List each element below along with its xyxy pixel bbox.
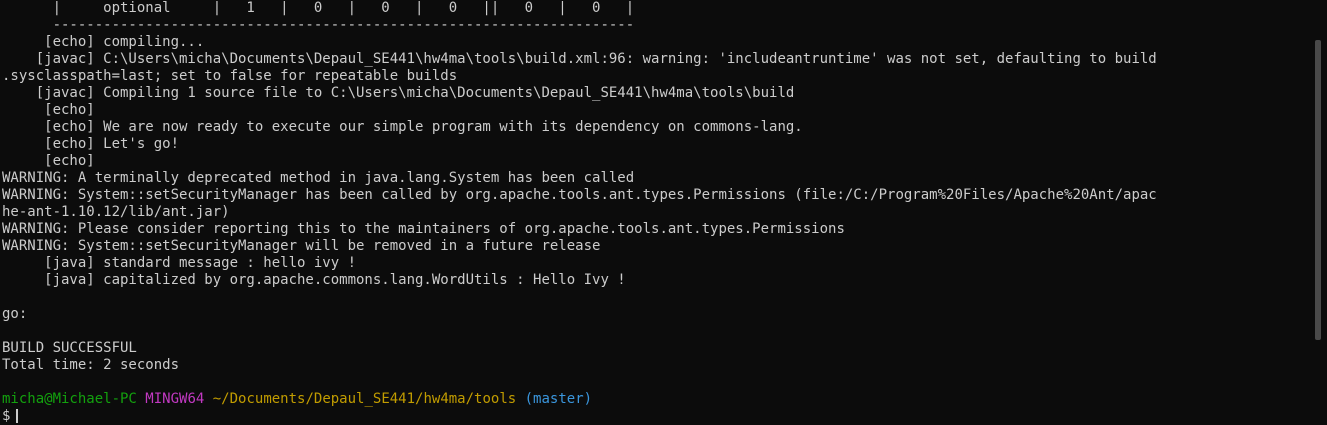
terminal-output[interactable]: | optional | 1 | 0 | 0 | 0 || 0 | 0 | --… bbox=[2, 0, 1307, 425]
output-line: he-ant-1.10.12/lib/ant.jar) bbox=[2, 204, 230, 220]
output-line: [javac] Compiling 1 source file to C:\Us… bbox=[2, 85, 795, 101]
output-line: .sysclasspath=last; set to false for rep… bbox=[2, 68, 458, 84]
output-line: WARNING: System::setSecurityManager has … bbox=[2, 187, 1157, 203]
prompt-path: ~/Documents/Depaul_SE441/hw4ma/tools bbox=[212, 391, 517, 407]
output-line: [javac] C:\Users\micha\Documents\Depaul_… bbox=[2, 51, 1157, 67]
prompt-system: MINGW64 bbox=[145, 391, 205, 407]
input-line[interactable]: $ bbox=[2, 408, 1307, 425]
prompt-line: micha@Michael-PC MINGW64 ~/Documents/Dep… bbox=[2, 391, 1307, 408]
output-line: WARNING: Please consider reporting this … bbox=[2, 221, 845, 237]
output-line: [echo] We are now ready to execute our s… bbox=[2, 119, 803, 135]
prompt-symbol: $ bbox=[2, 408, 11, 424]
output-line: | optional | 1 | 0 | 0 | 0 || 0 | 0 | bbox=[2, 0, 635, 16]
prompt-user-host: micha@Michael-PC bbox=[2, 391, 137, 407]
output-line: [echo] bbox=[2, 102, 95, 118]
output-line: BUILD SUCCESSFUL bbox=[2, 340, 137, 356]
text-cursor bbox=[16, 409, 19, 423]
scrollbar-thumb[interactable] bbox=[1315, 40, 1321, 340]
output-line: go: bbox=[2, 306, 28, 322]
output-line: [echo] bbox=[2, 153, 95, 169]
vertical-scrollbar[interactable] bbox=[1310, 0, 1327, 425]
output-line: ----------------------------------------… bbox=[2, 17, 635, 33]
output-line: [echo] Let's go! bbox=[2, 136, 180, 152]
output-line: [java] capitalized by org.apache.commons… bbox=[2, 272, 626, 288]
output-line: WARNING: A terminally deprecated method … bbox=[2, 170, 635, 186]
output-line: Total time: 2 seconds bbox=[2, 357, 180, 373]
output-line: WARNING: System::setSecurityManager will… bbox=[2, 238, 601, 254]
output-line: [echo] compiling... bbox=[2, 34, 205, 50]
prompt-branch: (master) bbox=[524, 391, 593, 407]
output-line: [java] standard message : hello ivy ! bbox=[2, 255, 357, 271]
